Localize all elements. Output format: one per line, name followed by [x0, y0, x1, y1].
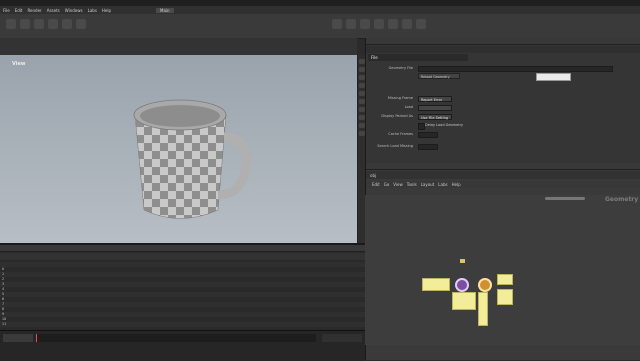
current-frame-marker[interactable]: [36, 334, 37, 342]
sticky-note[interactable]: [497, 274, 513, 285]
output-node[interactable]: [478, 278, 492, 292]
net-menu-edit[interactable]: Edit: [372, 182, 380, 187]
spreadsheet-toolbar: [0, 245, 365, 252]
sticky-note[interactable]: [497, 289, 513, 305]
viewport-toolbar: [0, 38, 357, 55]
network-path-bar: obj: [366, 171, 640, 179]
search-load-label: Search Load Missing: [377, 144, 413, 148]
menu-assets[interactable]: Assets: [47, 8, 60, 13]
display-packed-label: Display Packed As: [381, 114, 413, 118]
sticky-note[interactable]: [422, 278, 450, 291]
shelf-tool-icon[interactable]: [6, 19, 16, 29]
net-menu-layout[interactable]: Layout: [421, 182, 435, 187]
menu-render[interactable]: Render: [27, 8, 41, 13]
mug-model: [133, 99, 252, 219]
parameter-editor: File Geometry File Reload Geometry Missi…: [365, 38, 640, 163]
params-path-bar: [366, 46, 640, 53]
missing-frame-label: Missing Frame: [387, 96, 413, 100]
path-obj[interactable]: obj: [370, 173, 376, 178]
net-menu-go[interactable]: Go: [384, 182, 390, 187]
file-node[interactable]: [455, 278, 469, 292]
missing-frame-select[interactable]: Report Error: [418, 95, 452, 102]
params-pane-tabs: [366, 38, 640, 45]
path-tooltip: [536, 73, 571, 81]
reload-geometry-button[interactable]: Reload Geometry: [418, 73, 460, 79]
shelf-tool-icon[interactable]: [76, 19, 86, 29]
load-select[interactable]: [418, 104, 452, 111]
net-menu-help[interactable]: Help: [452, 182, 461, 187]
network-context-label: Geometry: [605, 196, 639, 203]
playback-controls[interactable]: [3, 334, 33, 342]
geometry-file-input[interactable]: [418, 65, 613, 72]
menu-file[interactable]: File: [3, 8, 10, 13]
menu-edit[interactable]: Edit: [15, 8, 23, 13]
shelf-tool-icon[interactable]: [388, 19, 398, 29]
sticky-note[interactable]: [478, 292, 488, 326]
search-load-input[interactable]: [418, 143, 438, 150]
network-pane-tabs: [366, 163, 640, 170]
net-menu-view[interactable]: View: [393, 182, 403, 187]
shelf-tool-icon[interactable]: [62, 19, 72, 29]
delay-load-row: Delay Load Geometry: [366, 121, 640, 130]
display-packed-row: Display Packed As Use File Setting: [366, 112, 640, 121]
net-menu-tools[interactable]: Tools: [407, 182, 417, 187]
spreadsheet-filter-bar: [0, 253, 365, 260]
shelf-tool-icon[interactable]: [402, 19, 412, 29]
node-wire: [545, 197, 585, 200]
viewport-label: View: [12, 61, 26, 67]
cache-frames-label: Cache Frames: [388, 132, 413, 136]
delay-load-checkbox[interactable]: [418, 123, 425, 130]
geometry-spreadsheet: 0 1 2 3 4 5 6 7 8 9 10 11: [0, 243, 365, 332]
geometry-file-label: Geometry File: [388, 66, 413, 70]
network-menu: Edit Go View Tools Layout Labs Help: [366, 181, 640, 188]
sticky-note[interactable]: [452, 292, 476, 310]
net-menu-labs[interactable]: Labs: [438, 182, 447, 187]
shelf-toolbar: [0, 14, 640, 39]
display-packed-select[interactable]: Use File Setting: [418, 113, 452, 120]
shelf-tool-icon[interactable]: [374, 19, 384, 29]
shelf-tool-icon[interactable]: [416, 19, 426, 29]
load-row: Load: [366, 103, 640, 112]
spreadsheet-rows: 0 1 2 3 4 5 6 7 8 9 10 11: [0, 262, 365, 327]
cache-frames-row: Cache Frames: [366, 130, 640, 139]
shelf-tool-icon[interactable]: [332, 19, 342, 29]
timeline-track[interactable]: [36, 334, 316, 342]
delay-load-label: Delay Load Geometry: [425, 123, 464, 127]
missing-frame-row: Missing Frame Report Error: [366, 94, 640, 103]
cache-frames-input[interactable]: [418, 131, 438, 138]
node-icon[interactable]: [460, 259, 465, 263]
menu-labs[interactable]: Labs: [88, 8, 97, 13]
timeline-bar: [0, 330, 365, 361]
node-name-field[interactable]: File: [368, 54, 468, 61]
geometry-file-row: Geometry File: [366, 64, 640, 73]
shelf-tool-icon[interactable]: [48, 19, 58, 29]
end-frame-field[interactable]: [322, 334, 362, 342]
scene-viewport[interactable]: [0, 55, 357, 243]
shelf-tool-icon[interactable]: [20, 19, 30, 29]
shelf-tool-icon[interactable]: [360, 19, 370, 29]
menu-help[interactable]: Help: [102, 8, 111, 13]
menu-desktop[interactable]: Main: [156, 7, 174, 13]
search-load-row: Search Load Missing: [366, 142, 640, 151]
table-row: 11: [0, 322, 365, 327]
cell: 11: [2, 322, 7, 326]
shelf-tool-icon[interactable]: [346, 19, 356, 29]
menu-bar: File Edit Render Assets Windows Labs Hel…: [0, 6, 640, 14]
load-label: Load: [404, 105, 413, 109]
network-canvas[interactable]: Geometry: [365, 195, 640, 345]
menu-windows[interactable]: Windows: [65, 8, 83, 13]
shelf-tool-icon[interactable]: [34, 19, 44, 29]
